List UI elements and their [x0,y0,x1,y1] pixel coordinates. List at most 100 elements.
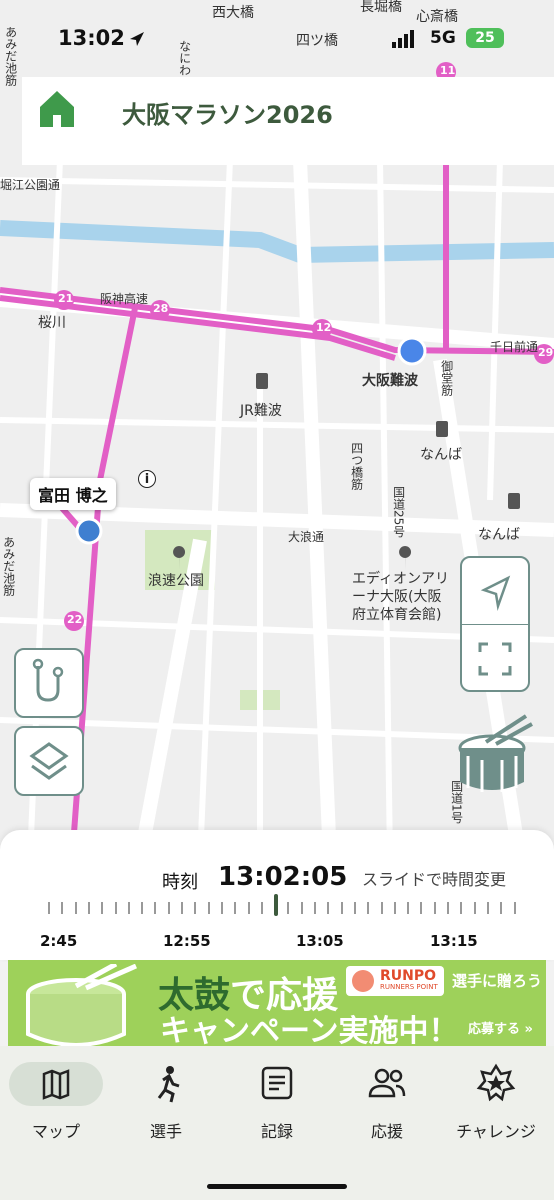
divider [462,624,528,625]
status-bar: 13:02 5G 25 [0,20,554,60]
header: 大阪マラソン2026 [22,77,554,165]
slider-tick [340,902,343,914]
runpo-logo: RUNPO RUNNERS POINT [346,966,444,996]
slider-tick [207,902,210,914]
apply-link[interactable]: 応募する » [468,1018,533,1037]
map-label: 西大橋 [212,5,254,21]
slider-tick [367,902,370,914]
slider-tick [74,902,77,914]
nav-item-map[interactable]: マップ [6,1062,106,1142]
cheer-icon [368,1068,406,1098]
slider-tick [61,902,64,914]
slider-tick [486,902,489,914]
status-time: 13:02 [58,26,125,50]
gift-text: 選手に贈ろう [452,972,543,990]
runpo-mascot-icon [352,970,374,992]
home-indicator [207,1184,347,1189]
nav-icon-wrap [230,1062,324,1106]
nav-label: 選手 [149,1122,182,1141]
tick-label: 12:55 [163,932,211,950]
tick-label: 13:05 [296,932,344,950]
nav-item-runners[interactable]: 選手 [116,1062,216,1142]
battery-level: 25 [466,28,504,48]
runner-position-dot [397,336,427,366]
route-icon [32,658,64,702]
slider-tick [420,902,423,914]
runner-name-label[interactable]: 富田 博之 [30,478,116,510]
km-label-11: 11 [440,64,456,77]
runner-position-dot-2 [75,517,103,545]
slider-tick [260,902,263,914]
slider-tick [500,902,503,914]
slider-tick [154,902,157,914]
locate-icon[interactable] [462,558,528,624]
map-label: 大浪通 [288,530,325,544]
info-icon[interactable]: i [138,470,156,488]
km-label-21: 21 [58,292,74,305]
map-label: 大阪難波 [362,373,418,389]
map-icon [42,1069,70,1100]
slider-tick [48,902,50,914]
nav-icon-wrap [9,1062,103,1106]
drum-banner-icon [26,964,138,1046]
challenge-icon [476,1063,516,1102]
runner-icon [157,1066,180,1103]
nav-icon-wrap [340,1062,434,1106]
home-button[interactable] [22,77,92,143]
nav-icon-wrap [119,1062,213,1106]
layers-button[interactable] [14,726,84,796]
map-label: 阪神高速 [100,292,149,306]
brand-sub: RUNNERS POINT [380,983,438,991]
slider-tick [300,902,303,914]
nav-label: チャレンジ [456,1122,536,1141]
map-control-group [460,556,530,692]
tick-label: 13:15 [430,932,478,950]
slider-tick [460,902,463,914]
drum-icon[interactable] [452,712,538,800]
train-icon [436,421,448,437]
home-icon [40,91,74,127]
nav-item-records[interactable]: 記録 [227,1062,327,1142]
place-pin-icon [399,546,412,570]
slider-tick [433,902,436,914]
slider-tick [447,902,449,914]
map-label: 四つ橋筋 [349,442,364,490]
route-button[interactable] [14,648,84,718]
time-label: 時刻 [162,872,198,893]
slider-tick [127,902,130,914]
km-label-29: 29 [538,346,554,359]
slider-tick [114,902,117,914]
map-label: 桜川 [38,315,66,331]
slider-tick [181,902,183,914]
slider-tick [380,902,383,914]
fullscreen-icon[interactable] [462,626,528,692]
train-icon [508,493,520,509]
map-label: なんば [420,447,462,463]
map-label: 浪速公園 [148,573,204,589]
slide-hint: スライドで時間変更 [362,870,507,889]
map-label: なんば [478,527,520,543]
map-label: 国道25号 [391,486,406,538]
river [0,220,554,264]
slider-tick [247,902,250,914]
slider-tick [513,902,516,914]
banner-headline-2: キャンペーン実施中！ [160,1014,459,1046]
slider-tick [473,902,476,914]
km-label-28: 28 [153,302,169,315]
slider-current-marker [274,894,279,916]
slider-tick [101,902,104,914]
train-icon [256,373,268,389]
km-label-22: 22 [67,613,83,626]
map-label: 千日前通 [490,340,539,354]
nav-item-challenge[interactable]: チャレンジ [446,1062,546,1142]
page-title: 大阪マラソン2026 [122,101,333,129]
bottom-nav: マップ 選手 記録 応援 チャレンジ [0,1046,554,1200]
campaign-banner[interactable]: 太鼓で応援 キャンペーン実施中！ RUNPO RUNNERS POINT 選手に… [8,960,546,1046]
slider-tick [407,902,410,914]
nav-item-cheer[interactable]: 応援 [337,1062,437,1142]
tick-label: 2:45 [40,932,78,950]
brand-name: RUNPO [380,968,437,984]
nav-label: マップ [31,1122,80,1141]
map-label: 長堀橋 [360,0,402,15]
slider-tick [287,902,290,914]
